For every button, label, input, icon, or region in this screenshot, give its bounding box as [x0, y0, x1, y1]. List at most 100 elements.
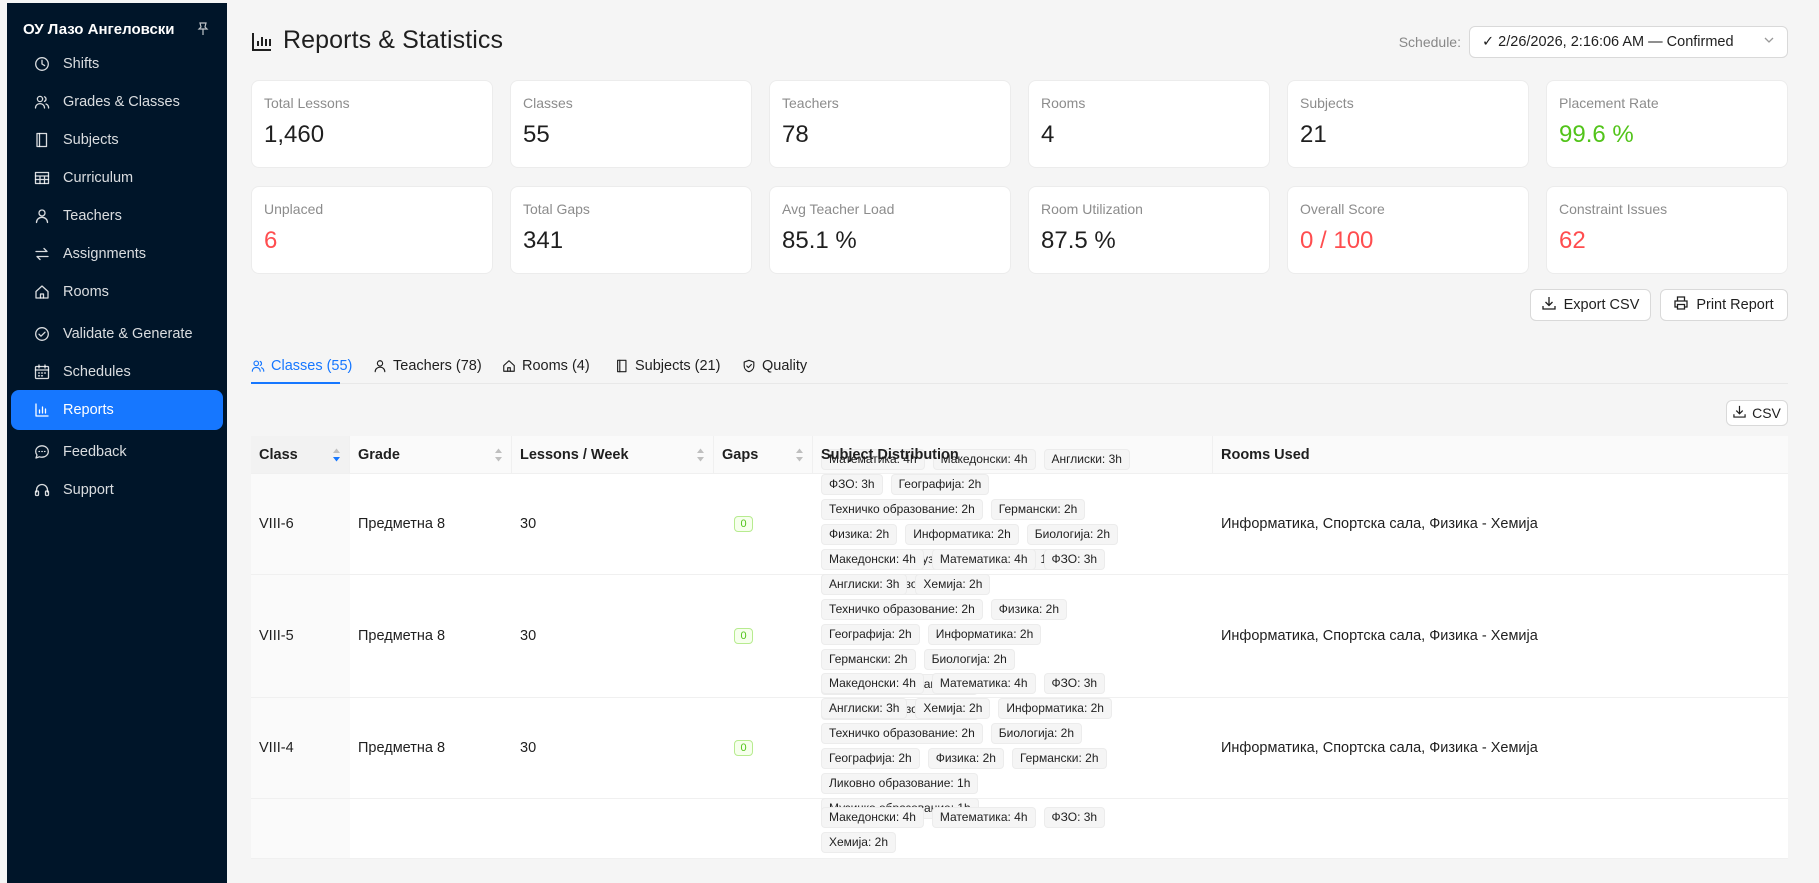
subject-tag: Хемија: 2h: [915, 698, 991, 719]
table-csv-label: CSV: [1752, 405, 1781, 421]
stat-card-overall-score: Overall Score 0 / 100: [1287, 186, 1529, 274]
sidebar: ОУ Лазо Ангеловски Shifts Grades & Classe…: [7, 3, 227, 883]
tab-teachers[interactable]: Teachers (78): [373, 352, 482, 380]
stat-value: 0 / 100: [1300, 227, 1374, 254]
subject-tags: Македонски: 4h Математика: 4h ФЗО: 3h Хемиј…: [821, 799, 1151, 865]
sidebar-item-label: Reports: [63, 402, 114, 418]
stat-card-rooms: Rooms 4: [1028, 80, 1270, 168]
sidebar-item-rooms[interactable]: Rooms: [11, 272, 223, 312]
grade-cell: [350, 799, 512, 858]
subject-tag: Хемија: 2h: [821, 832, 896, 853]
class-cell: [251, 799, 350, 858]
sidebar-item-grades-classes[interactable]: Grades & Classes: [11, 82, 223, 122]
subject-tag: Географија: 2h: [821, 748, 920, 769]
print-report-label: Print Report: [1696, 297, 1774, 313]
book-icon: [615, 359, 629, 373]
class-cell: VIII-6: [251, 474, 350, 574]
print-report-button[interactable]: Print Report: [1660, 289, 1788, 321]
stat-label: Avg Teacher Load: [782, 201, 895, 217]
sidebar-item-subjects[interactable]: Subjects: [11, 120, 223, 160]
column-header-grade[interactable]: Grade: [350, 436, 512, 473]
gaps-cell: 0: [714, 575, 813, 697]
gaps-cell: 0: [714, 474, 813, 574]
sort-icon: [332, 447, 341, 463]
sidebar-item-curriculum[interactable]: Curriculum: [11, 158, 223, 198]
stat-card-total-lessons: Total Lessons 1,460: [251, 80, 493, 168]
table-csv-button[interactable]: CSV: [1726, 400, 1788, 426]
stat-card-unplaced: Unplaced 6: [251, 186, 493, 274]
sidebar-item-label: Teachers: [63, 208, 122, 224]
stat-label: Rooms: [1041, 95, 1086, 111]
rooms-used-cell: Информатика, Спортска сала, Физика - Хем…: [1221, 628, 1538, 644]
tab-rooms[interactable]: Rooms (4): [502, 352, 590, 380]
subject-tag: Географија: 2h: [821, 623, 920, 645]
stat-value: 85.1 %: [782, 227, 857, 254]
stat-value: 4: [1041, 121, 1055, 148]
sidebar-item-validate-generate[interactable]: Validate & Generate: [11, 314, 223, 354]
sidebar-item-support[interactable]: Support: [11, 470, 223, 510]
column-title: Grade: [358, 446, 400, 463]
tab-quality[interactable]: Quality: [742, 352, 807, 380]
bar-chart-icon: [251, 30, 273, 52]
stat-value: 341: [523, 227, 564, 254]
schedule-select[interactable]: ✓ 2/26/2026, 2:16:06 AM — Confirmed: [1469, 26, 1788, 58]
tab-label: Teachers (78): [393, 358, 482, 374]
subject-tag: Македонски: 4h: [821, 807, 924, 828]
home-icon: [502, 359, 516, 373]
stat-label: Unplaced: [264, 201, 324, 217]
subject-tag: Германски: 2h: [1011, 748, 1107, 769]
tab-classes[interactable]: Classes (55): [251, 352, 352, 380]
download-icon: [1733, 405, 1746, 421]
pin-icon[interactable]: [195, 21, 211, 37]
sidebar-item-schedules[interactable]: Schedules: [11, 352, 223, 392]
gaps-cell: 0: [714, 698, 813, 798]
stat-card-subjects: Subjects 21: [1287, 80, 1529, 168]
download-icon: [1541, 296, 1556, 314]
stat-label: Room Utilization: [1041, 201, 1143, 217]
subject-tag: ФЗО: 3h: [821, 474, 883, 495]
gaps-badge: 0: [734, 516, 753, 532]
shield-check-icon: [742, 359, 756, 373]
export-csv-button[interactable]: Export CSV: [1530, 289, 1651, 321]
column-header-gaps[interactable]: Gaps: [714, 436, 813, 473]
column-header-rooms-used: Rooms Used: [1213, 436, 1788, 473]
sidebar-item-teachers[interactable]: Teachers: [11, 196, 223, 236]
subject-tag: Биологија: 2h: [990, 723, 1083, 744]
stat-card-avg-teacher-load: Avg Teacher Load 85.1 %: [769, 186, 1011, 274]
subject-tag: Македонски: 4h: [821, 673, 924, 694]
rooms-used-cell: Информатика, Спортска сала, Физика - Хем…: [1221, 740, 1538, 756]
sidebar-item-label: Validate & Generate: [63, 326, 193, 342]
gaps-badge: 0: [734, 740, 753, 756]
check-circle-icon: [33, 325, 51, 343]
lessons-cell: [512, 799, 714, 858]
active-tab-indicator: [251, 382, 340, 384]
column-header-lessons-week[interactable]: Lessons / Week: [512, 436, 714, 473]
table-icon: [33, 169, 51, 187]
chevron-down-icon: [1763, 34, 1775, 50]
subject-tag: ФЗО: 3h: [1043, 673, 1106, 694]
tab-subjects[interactable]: Subjects (21): [615, 352, 720, 380]
sidebar-item-reports[interactable]: Reports: [11, 390, 223, 430]
stat-card-classes: Classes 55: [510, 80, 752, 168]
stat-label: Overall Score: [1300, 201, 1385, 217]
column-title: Lessons / Week: [520, 446, 629, 463]
sidebar-item-shifts[interactable]: Shifts: [11, 44, 223, 84]
stat-label: Total Gaps: [523, 201, 590, 217]
user-icon: [33, 207, 51, 225]
stat-card-room-utilization: Room Utilization 87.5 %: [1028, 186, 1270, 274]
subject-tag: Физика: 2h: [927, 748, 1004, 769]
column-header-class[interactable]: Class: [251, 436, 350, 473]
stat-value: 78: [782, 121, 809, 148]
user-icon: [373, 359, 387, 373]
printer-icon: [1674, 296, 1688, 314]
stat-value: 62: [1559, 227, 1586, 254]
subject-tag: Англиски: 3h: [821, 698, 908, 719]
sidebar-item-assignments[interactable]: Assignments: [11, 234, 223, 274]
sidebar-item-feedback[interactable]: Feedback: [11, 432, 223, 472]
table-row: VIII-4 Предметна 8 30 0 Македонски: 4h Матема…: [251, 673, 1788, 819]
sort-icon: [494, 447, 503, 463]
home-icon: [33, 283, 51, 301]
report-tabs: Classes (55) Teachers (78) Rooms (4) Subjec…: [251, 346, 1788, 384]
subject-tag: ФЗО: 3h: [1043, 807, 1106, 828]
stat-value: 55: [523, 121, 550, 148]
